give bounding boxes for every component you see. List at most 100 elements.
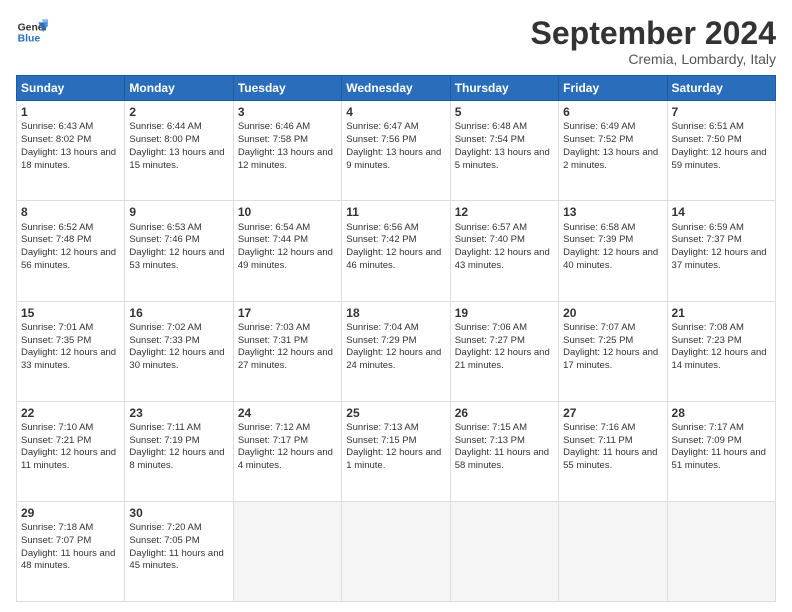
sunset-text: Sunset: 7:42 PM — [346, 234, 416, 245]
daylight-label: Daylight: 12 hours and 33 minutes. — [21, 347, 116, 371]
calendar-day-cell: 1Sunrise: 6:43 AMSunset: 8:02 PMDaylight… — [17, 101, 125, 201]
daylight-label: Daylight: 12 hours and 27 minutes. — [238, 347, 333, 371]
day-number: 25 — [346, 405, 445, 421]
day-number: 9 — [129, 204, 228, 220]
calendar-day-cell: 20Sunrise: 7:07 AMSunset: 7:25 PMDayligh… — [559, 301, 667, 401]
sunrise-text: Sunrise: 6:48 AM — [455, 121, 527, 132]
sunrise-text: Sunrise: 7:16 AM — [563, 422, 635, 433]
sunset-text: Sunset: 7:09 PM — [672, 435, 742, 446]
daylight-label: Daylight: 12 hours and 14 minutes. — [672, 347, 767, 371]
sunrise-text: Sunrise: 6:46 AM — [238, 121, 310, 132]
header: General Blue September 2024 Cremia, Lomb… — [16, 16, 776, 67]
calendar-day-cell — [233, 501, 341, 601]
sunrise-text: Sunrise: 7:20 AM — [129, 522, 201, 533]
calendar-day-cell: 3Sunrise: 6:46 AM Sunset: 7:58 PM Daylight… — [233, 101, 341, 201]
daylight-label: Daylight: 12 hours and 40 minutes. — [563, 247, 658, 271]
calendar-day-cell: 15Sunrise: 7:01 AMSunset: 7:35 PMDayligh… — [17, 301, 125, 401]
calendar-day-cell: 10Sunrise: 6:54 AMSunset: 7:44 PMDayligh… — [233, 201, 341, 301]
calendar-day-cell: 14Sunrise: 6:59 AMSunset: 7:37 PMDayligh… — [667, 201, 775, 301]
calendar-day-cell: 4Sunrise: 6:47 AMSunset: 7:56 PMDaylight… — [342, 101, 450, 201]
sunrise-text: Sunrise: 7:18 AM — [21, 522, 93, 533]
calendar-day-cell — [450, 501, 558, 601]
daylight-label: Daylight: 12 hours and 21 minutes. — [455, 347, 550, 371]
calendar-day-cell: 9Sunrise: 6:53 AMSunset: 7:46 PMDaylight… — [125, 201, 233, 301]
daylight-label: Daylight: 13 hours and 12 minutes. — [238, 147, 333, 171]
calendar-day-cell: 13 Sunrise: 6:58 AMSunset: 7:39 PM Dayligh… — [559, 201, 667, 301]
sunset-text: Sunset: 7:07 PM — [21, 535, 91, 546]
page: General Blue September 2024 Cremia, Lomb… — [0, 0, 792, 612]
sunrise-text: Sunrise: 7:02 AM — [129, 322, 201, 333]
day-number: 12 — [455, 204, 554, 220]
day-number: 6 — [563, 104, 662, 120]
calendar-day-cell — [559, 501, 667, 601]
sunrise-text: Sunrise: 6:58 AM — [563, 222, 635, 233]
daylight-label: Daylight: 11 hours and 48 minutes. — [21, 548, 115, 572]
daylight-label: Daylight: 12 hours and 43 minutes. — [455, 247, 550, 271]
calendar-day-cell: 5Sunrise: 6:48 AMSunset: 7:54 PMDaylight… — [450, 101, 558, 201]
day-number: 28 — [672, 405, 771, 421]
day-number: 18 — [346, 305, 445, 321]
sunrise-text: Sunrise: 7:13 AM — [346, 422, 418, 433]
daylight-label: Daylight: 12 hours and 49 minutes. — [238, 247, 333, 271]
month-title: September 2024 — [531, 16, 776, 51]
weekday-header-cell: Monday — [125, 76, 233, 101]
day-number: 17 — [238, 305, 337, 321]
day-number: 21 — [672, 305, 771, 321]
calendar-day-cell: 25Sunrise: 7:13 AM Sunset: 7:15 PMDayligh… — [342, 401, 450, 501]
sunset-text: Sunset: 8:00 PM — [129, 134, 199, 145]
sunset-text: Sunset: 7:50 PM — [672, 134, 742, 145]
sunset-text: Sunset: 7:39 PM — [563, 234, 633, 245]
sunrise-text: Sunrise: 6:47 AM — [346, 121, 418, 132]
daylight-label: Daylight: 12 hours and 8 minutes. — [129, 447, 224, 471]
day-number: 15 — [21, 305, 120, 321]
sunset-text: Sunset: 7:54 PM — [455, 134, 525, 145]
sunset-text: Sunset: 7:19 PM — [129, 435, 199, 446]
calendar-day-cell: 19Sunrise: 7:06 AMSunset: 7:27 PMDayligh… — [450, 301, 558, 401]
day-number: 27 — [563, 405, 662, 421]
calendar-day-cell: 24Sunrise: 7:12 AMSunset: 7:17 PMDayligh… — [233, 401, 341, 501]
svg-text:Blue: Blue — [18, 34, 41, 45]
calendar: SundayMondayTuesdayWednesdayThursdayFrid… — [16, 75, 776, 602]
calendar-week-row: 15Sunrise: 7:01 AMSunset: 7:35 PMDayligh… — [17, 301, 776, 401]
daylight-label: Daylight: 12 hours and 56 minutes. — [21, 247, 116, 271]
daylight-label: Daylight: 12 hours and 1 minute. — [346, 447, 441, 471]
sunset-text: Sunset: 7:15 PM — [346, 435, 416, 446]
calendar-day-cell: 7Sunrise: 6:51 AMSunset: 7:50 PMDaylight… — [667, 101, 775, 201]
sunrise-text: Sunrise: 7:11 AM — [129, 422, 201, 433]
day-number: 30 — [129, 505, 228, 521]
daylight-label: Daylight: 12 hours and 4 minutes. — [238, 447, 333, 471]
sunset-text: Sunset: 7:44 PM — [238, 234, 308, 245]
sunset-text: Sunset: 7:48 PM — [21, 234, 91, 245]
weekday-header-cell: Tuesday — [233, 76, 341, 101]
sunset-text: Sunset: 7:29 PM — [346, 335, 416, 346]
sunrise-text: Sunrise: 7:04 AM — [346, 322, 418, 333]
daylight-label: Daylight: 12 hours and 59 minutes. — [672, 147, 767, 171]
sunrise-text: Sunrise: 6:56 AM — [346, 222, 418, 233]
sunset-text: Sunset: 7:58 PM — [238, 134, 308, 145]
day-number: 1 — [21, 104, 120, 120]
day-number: 3 — [238, 104, 337, 120]
sunset-text: Sunset: 7:31 PM — [238, 335, 308, 346]
calendar-day-cell: 16Sunrise: 7:02 AMSunset: 7:33 PMDayligh… — [125, 301, 233, 401]
sunrise-text: Sunrise: 7:12 AM — [238, 422, 310, 433]
calendar-day-cell: 2Sunrise: 6:44 AMSunset: 8:00 PMDaylight… — [125, 101, 233, 201]
calendar-day-cell — [667, 501, 775, 601]
daylight-label: Daylight: 12 hours and 24 minutes. — [346, 347, 441, 371]
calendar-day-cell: 26Sunrise: 7:15 AMSunset: 7:13 PMDayligh… — [450, 401, 558, 501]
calendar-week-row: 1Sunrise: 6:43 AMSunset: 8:02 PMDaylight… — [17, 101, 776, 201]
day-number: 13 — [563, 204, 662, 220]
calendar-day-cell: 18Sunrise: 7:04 AM Sunset: 7:29 PMDayligh… — [342, 301, 450, 401]
sunrise-text: Sunrise: 7:06 AM — [455, 322, 527, 333]
daylight-label: Daylight: 11 hours and 51 minutes. — [672, 447, 766, 471]
daylight-label: Daylight: 13 hours and 15 minutes. — [129, 147, 224, 171]
daylight-label: Daylight: 12 hours and 37 minutes. — [672, 247, 767, 271]
sunset-text: Sunset: 7:25 PM — [563, 335, 633, 346]
daylight-label: Daylight: 12 hours and 17 minutes. — [563, 347, 658, 371]
daylight-label: Daylight: 12 hours and 53 minutes. — [129, 247, 224, 271]
day-number: 7 — [672, 104, 771, 120]
daylight-label: Daylight: 12 hours and 46 minutes. — [346, 247, 441, 271]
sunset-text: Sunset: 7:27 PM — [455, 335, 525, 346]
weekday-header-cell: Wednesday — [342, 76, 450, 101]
calendar-day-cell: 17Sunrise: 7:03 AMSunset: 7:31 PMDayligh… — [233, 301, 341, 401]
day-number: 26 — [455, 405, 554, 421]
